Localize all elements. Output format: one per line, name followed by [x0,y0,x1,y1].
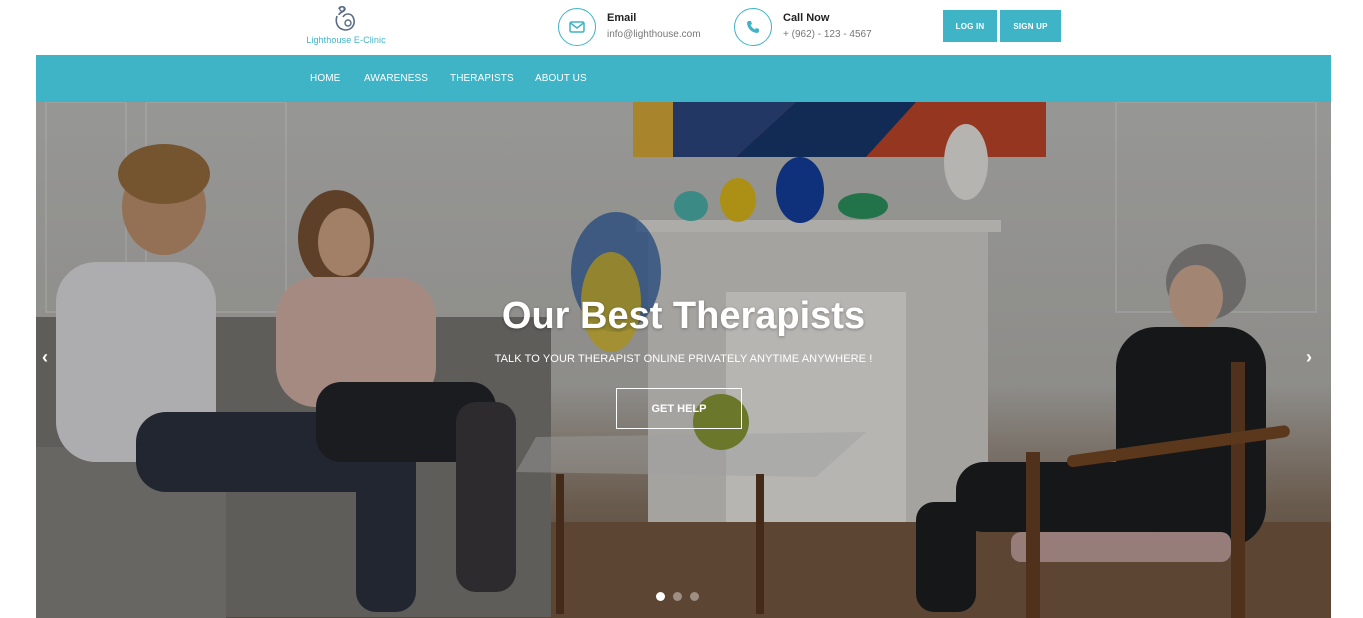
email-title: Email [607,12,637,24]
main-nav: HOME AWARENESS THERAPISTS ABOUT US [36,55,1331,102]
page: Lighthouse E-Clinic Email info@lighthous… [0,0,1363,618]
hero-subtitle: TALK TO YOUR THERAPIST ONLINE PRIVATELY … [494,353,873,365]
phone-icon [734,8,772,46]
envelope-icon [558,8,596,46]
hero-slider: ‹ › Our Best Therapists TALK TO YOUR THE… [36,102,1331,618]
phone-value[interactable]: + (962) - 123 - 4567 [783,29,872,40]
slider-dot-2[interactable] [673,592,682,601]
hero-title: Our Best Therapists [501,295,866,337]
nav-item-about-us[interactable]: ABOUT US [535,73,587,84]
slider-dot-1[interactable] [656,592,665,601]
slider-dot-3[interactable] [690,592,699,601]
top-header: Lighthouse E-Clinic Email info@lighthous… [36,0,1331,55]
phone-title: Call Now [783,12,830,24]
logo[interactable]: Lighthouse E-Clinic [298,5,394,49]
email-value[interactable]: info@lighthouse.com [607,29,701,40]
email-contact: Email info@lighthouse.com [558,8,701,46]
login-button[interactable]: LOG IN [943,10,997,42]
logo-text: Lighthouse E-Clinic [306,35,386,45]
get-help-button[interactable]: GET HELP [616,388,742,429]
nav-item-home[interactable]: HOME [310,73,340,84]
nav-item-awareness[interactable]: AWARENESS [364,73,428,84]
slider-indicators [656,592,699,601]
phone-contact: Call Now + (962) - 123 - 4567 [734,8,872,46]
nav-item-therapists[interactable]: THERAPISTS [450,73,514,84]
lighthouse-logo-icon [335,5,355,31]
site-frame: Lighthouse E-Clinic Email info@lighthous… [36,0,1331,618]
signup-button[interactable]: SIGN UP [1000,10,1061,42]
